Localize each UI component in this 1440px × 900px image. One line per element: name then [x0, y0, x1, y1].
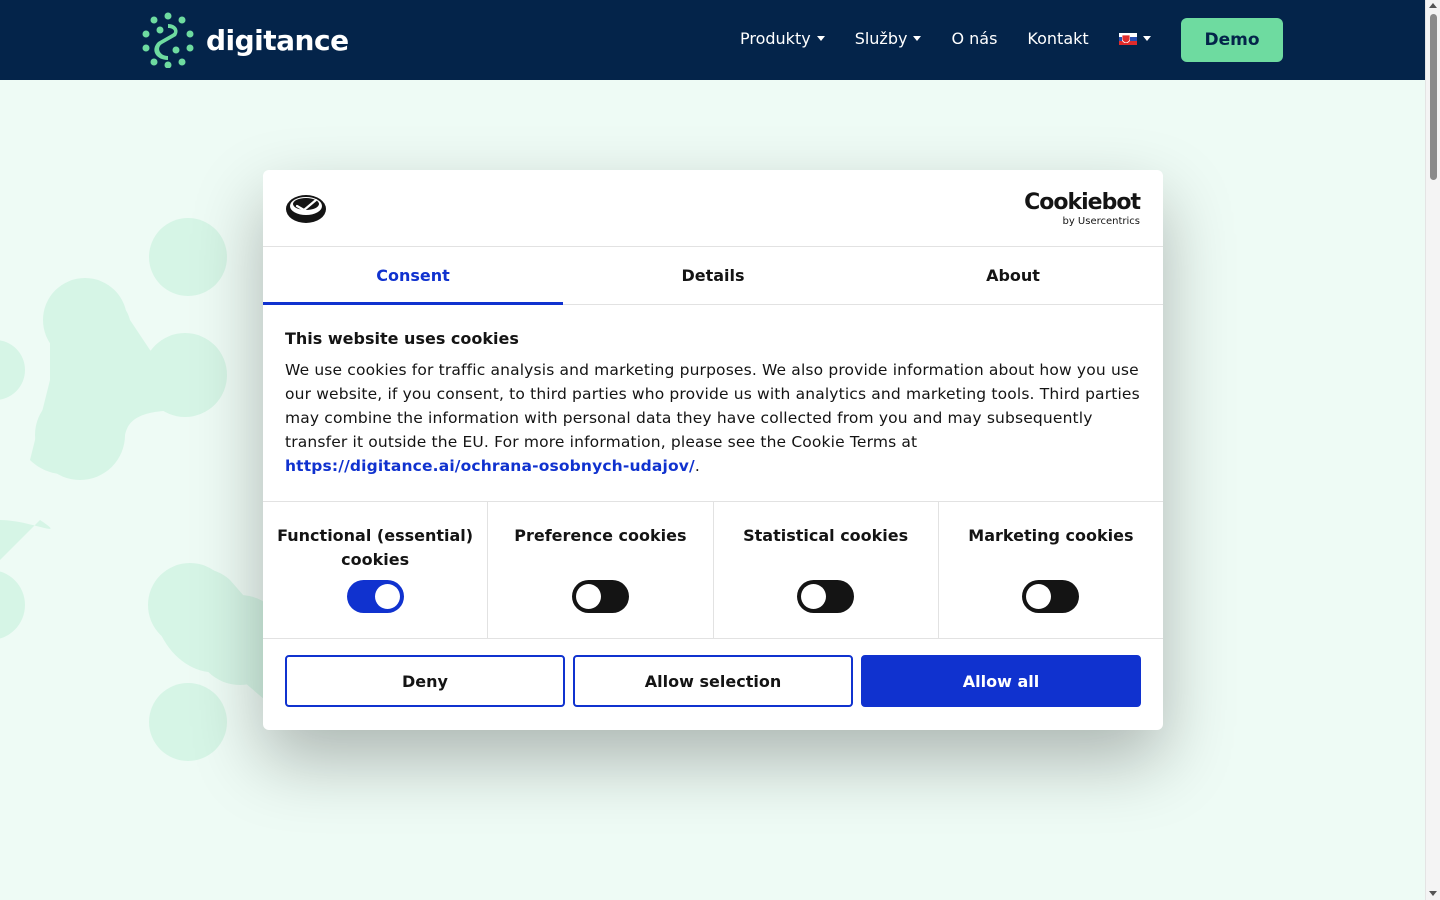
- nav-item-label: Služby: [854, 29, 908, 48]
- category-preference: Preference cookies: [488, 502, 714, 638]
- scroll-thumb[interactable]: [1430, 14, 1437, 180]
- nav-item-label: Produkty: [740, 29, 811, 48]
- scroll-up-arrow-icon[interactable]: [1429, 3, 1437, 8]
- category-label: Preference cookies: [514, 526, 687, 545]
- page-scrollbar[interactable]: [1425, 0, 1440, 900]
- slovak-flag-icon: [1118, 32, 1137, 45]
- main-nav: Produkty Služby O nás Kontakt: [740, 29, 1181, 48]
- caret-down-icon: [816, 36, 825, 41]
- logo[interactable]: digitance: [142, 12, 349, 68]
- category-label: Statistical cookies: [743, 526, 909, 545]
- deny-button[interactable]: Deny: [285, 655, 565, 707]
- tab-about[interactable]: About: [863, 247, 1163, 304]
- cookiebot-wordmark: Cookiebot: [1024, 190, 1141, 215]
- toggle-knob: [1026, 584, 1052, 609]
- logo-text: digitance: [206, 23, 349, 57]
- tab-details[interactable]: Details: [563, 247, 863, 304]
- background-decoration: [0, 218, 285, 761]
- cookie-consent-dialog: Cookiebot by Usercentrics Consent Detail…: [263, 170, 1163, 730]
- nav-item-produkty[interactable]: Produkty: [740, 29, 825, 48]
- toggle-knob: [801, 584, 827, 609]
- allow-all-button[interactable]: Allow all: [861, 655, 1141, 707]
- category-label: Functional (essential) cookies: [277, 526, 474, 569]
- category-statistical: Statistical cookies: [714, 502, 939, 638]
- statistical-toggle[interactable]: [797, 580, 855, 613]
- preference-toggle[interactable]: [571, 580, 629, 613]
- nav-item-o-nas[interactable]: O nás: [951, 29, 997, 48]
- site-header: digitance Produkty Služby O nás Kontakt …: [0, 0, 1425, 80]
- tab-consent[interactable]: Consent: [263, 247, 563, 305]
- cookie-categories: Functional (essential) cookies Preferenc…: [263, 501, 1163, 639]
- caret-down-icon: [1142, 36, 1151, 41]
- dialog-header: Cookiebot by Usercentrics: [263, 170, 1163, 247]
- cookiebot-logo-icon: [286, 195, 326, 223]
- cookiebot-brand[interactable]: Cookiebot by Usercentrics: [1024, 190, 1141, 228]
- allow-selection-button[interactable]: Allow selection: [573, 655, 853, 707]
- toggle-knob: [575, 584, 601, 609]
- dialog-actions: Deny Allow selection Allow all: [263, 639, 1163, 723]
- cookiebot-subtitle: by Usercentrics: [1062, 216, 1140, 227]
- marketing-toggle[interactable]: [1022, 580, 1080, 613]
- category-functional: Functional (essential) cookies: [263, 502, 489, 638]
- caret-down-icon: [913, 36, 922, 41]
- demo-button[interactable]: Demo: [1181, 18, 1283, 62]
- digitance-logo-icon: [142, 12, 194, 68]
- category-marketing: Marketing cookies: [939, 502, 1163, 638]
- nav-item-sluzby[interactable]: Služby: [855, 29, 922, 48]
- scroll-down-arrow-icon[interactable]: [1429, 891, 1437, 896]
- toggle-knob: [374, 584, 400, 609]
- language-selector[interactable]: [1118, 32, 1151, 45]
- nav-item-kontakt[interactable]: Kontakt: [1027, 29, 1088, 48]
- dialog-title: This website uses cookies: [285, 329, 519, 348]
- dialog-description: We use cookies for traffic analysis and …: [285, 358, 1141, 478]
- description-text: We use cookies for traffic analysis and …: [285, 361, 1140, 451]
- nav-item-label: O nás: [951, 29, 998, 48]
- description-end: .: [694, 457, 700, 475]
- nav-item-label: Kontakt: [1027, 29, 1089, 48]
- dialog-body: This website uses cookies We use cookies…: [263, 305, 1163, 501]
- dialog-tabs: Consent Details About: [263, 247, 1163, 305]
- functional-toggle[interactable]: [346, 580, 404, 613]
- category-label: Marketing cookies: [968, 526, 1134, 545]
- privacy-policy-link[interactable]: https://digitance.ai/ochrana-osobnych-ud…: [285, 457, 695, 475]
